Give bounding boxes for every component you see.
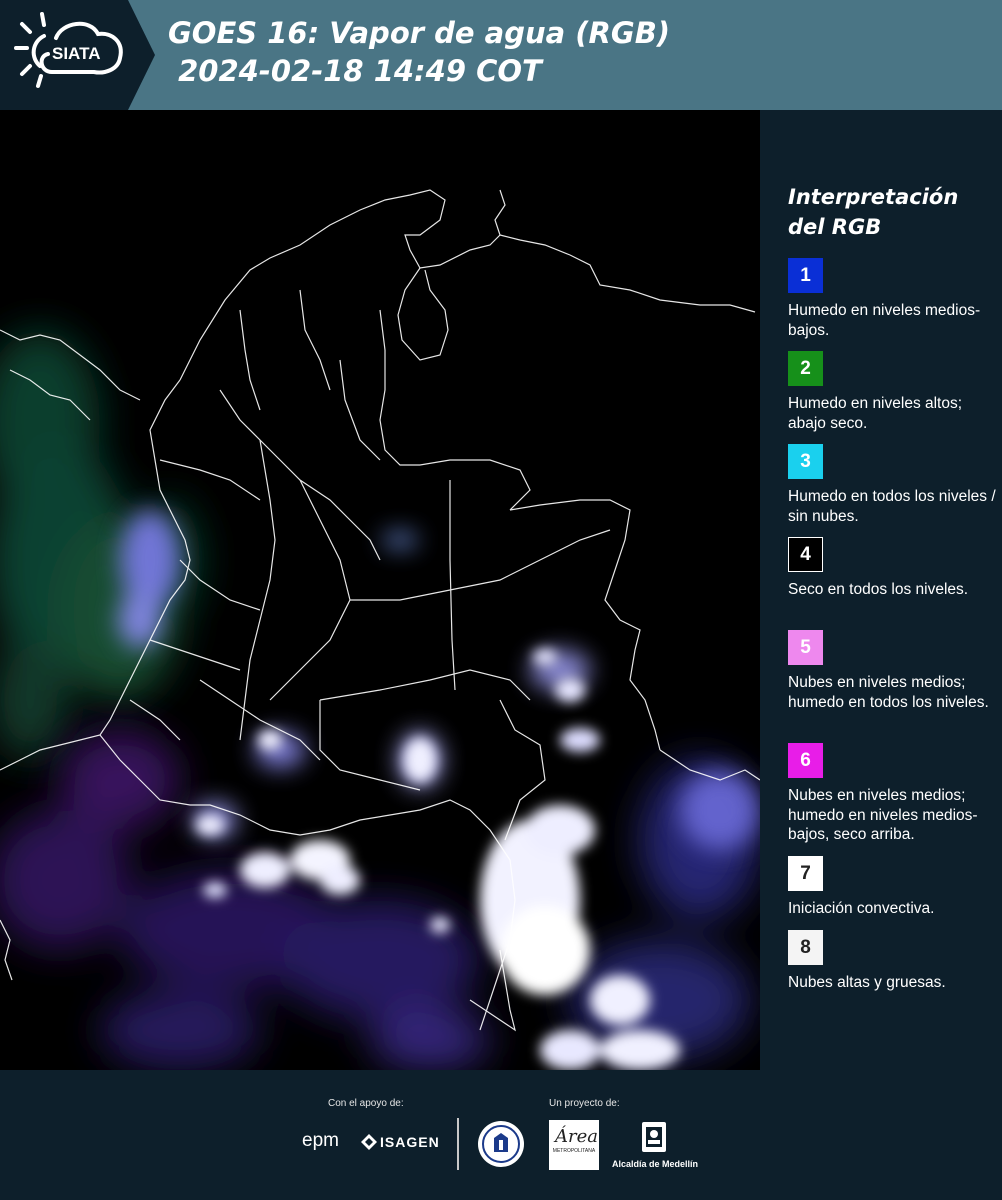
project-label: Un proyecto de: (549, 1098, 620, 1109)
alcaldia-shield-icon (642, 1122, 666, 1152)
legend-num-3: 3 (800, 450, 811, 472)
legend-text-3: Humedo en todos los niveles / sin nubes. (788, 488, 996, 525)
epm-logo: epm (302, 1130, 339, 1151)
legend-num-2: 2 (800, 357, 811, 379)
legend-swatch-2: 2 (788, 351, 823, 386)
legend-item-3: 3 Humedo en todos los niveles / sin nube… (788, 444, 998, 526)
legend-text-4: Seco en todos los niveles. (788, 581, 969, 598)
legend-num-8: 8 (800, 936, 811, 958)
title-line-1: GOES 16: Vapor de agua (RGB) (168, 16, 671, 50)
legend-item-2: 2 Humedo en niveles altos; abajo seco. (788, 351, 998, 433)
legend-text-8: Nubes altas y gruesas. (788, 974, 946, 991)
legend-num-7: 7 (800, 862, 811, 884)
legend-num-1: 1 (800, 264, 811, 286)
isagen-logo-icon (361, 1134, 377, 1150)
legend-swatch-8: 8 (788, 930, 823, 965)
legend-item-7: 7 Iniciación convectiva. (788, 856, 998, 919)
legend-swatch-6: 6 (788, 743, 823, 778)
page-title: GOES 16: Vapor de agua (RGB) 2024-02-18 … (168, 14, 670, 90)
legend-num-4: 4 (800, 543, 811, 565)
area-metropolitana-logo: Área METROPOLITANA (549, 1120, 599, 1170)
legend-title: Interpretación del RGB (788, 185, 959, 239)
footer-sponsors: Con el apoyo de: Un proyecto de: epm ISA… (0, 1070, 1002, 1200)
siata-logo-text: SIATA (52, 44, 101, 63)
legend-swatch-1: 1 (788, 258, 823, 293)
legend-item-6: 6 Nubes en niveles medios; humedo en niv… (788, 743, 998, 845)
legend-swatch-5: 5 (788, 630, 823, 665)
legend-item-1: 1 Humedo en niveles medios-bajos. (788, 258, 998, 340)
legend-text-1: Humedo en niveles medios-bajos. (788, 302, 981, 339)
header-bar: SIATA GOES 16: Vapor de agua (RGB) 2024-… (0, 0, 1002, 110)
siata-logo: SIATA (0, 0, 155, 110)
area-logo-script: Área (555, 1126, 598, 1147)
legend-text-6: Nubes en niveles medios; humedo en nivel… (788, 787, 978, 843)
legend-swatch-4: 4 (788, 537, 823, 572)
legend-item-5: 5 Nubes en niveles medios; humedo en tod… (788, 630, 998, 712)
alcaldia-logo-text: Alcaldía de Medellín (612, 1159, 699, 1169)
legend-text-7: Iniciación convectiva. (788, 900, 935, 917)
legend-text-5: Nubes en niveles medios; humedo en todos… (788, 674, 989, 711)
isagen-logo: ISAGEN (380, 1134, 440, 1150)
footer-divider (457, 1118, 459, 1170)
support-label: Con el apoyo de: (328, 1098, 404, 1109)
legend-num-6: 6 (800, 749, 811, 771)
legend-panel: Interpretación del RGB 1 Humedo en nivel… (760, 110, 1002, 1070)
university-seal-icon (478, 1121, 524, 1167)
satellite-map[interactable] (0, 110, 760, 1070)
legend-swatch-7: 7 (788, 856, 823, 891)
legend-item-8: 8 Nubes altas y gruesas. (788, 930, 998, 993)
title-line-2: 2024-02-18 14:49 COT (168, 54, 542, 88)
legend-item-4: 4 Seco en todos los niveles. (788, 537, 998, 600)
legend-text-2: Humedo en niveles altos; abajo seco. (788, 395, 963, 432)
legend-swatch-3: 3 (788, 444, 823, 479)
legend-num-5: 5 (800, 636, 811, 658)
area-logo-text: METROPOLITANA (552, 1148, 596, 1154)
